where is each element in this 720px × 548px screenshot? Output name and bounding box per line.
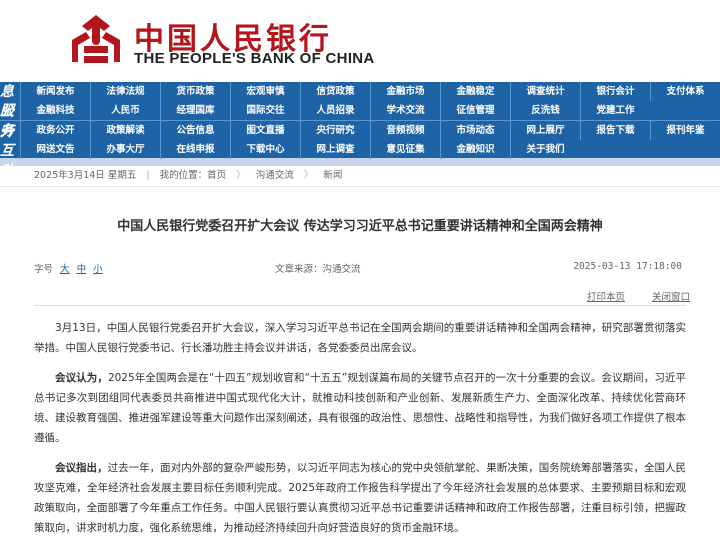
nav-item[interactable]: 货币政策 (160, 82, 230, 101)
nav-section-labels: 信息公开 服务互动 (0, 64, 20, 179)
article-meta: 字号 大 中 小 文章来源：沟通交流 2025-03-13 17:18:00 (34, 261, 686, 275)
nav-item[interactable]: 政务公开 (20, 121, 90, 140)
article-body: 3月13日，中国人民银行党委召开扩大会议，深入学习习近平总书记在全国两会期间的重… (34, 318, 686, 548)
nav-item[interactable]: 市场动态 (440, 121, 510, 140)
nav-item[interactable]: 党建工作 (580, 101, 650, 120)
breadcrumb-separator: 〉 (303, 170, 314, 181)
paragraph: 会议指出，过去一年，面对内外部的复杂严峻形势，以习近平同志为核心的党中央领航掌舵… (34, 458, 686, 538)
nav-item[interactable]: 金融知识 (440, 140, 510, 159)
print-page-link[interactable]: 打印本页 (587, 292, 625, 303)
nav-item[interactable]: 报告下载 (580, 121, 650, 140)
nav-item[interactable]: 在线申报 (160, 140, 230, 159)
nav-item[interactable]: 下载中心 (230, 140, 300, 159)
pboc-logo-icon[interactable] (68, 12, 124, 68)
nav-item[interactable]: 经理国库 (160, 101, 230, 120)
nav-item[interactable]: 人员招录 (300, 101, 370, 120)
breadcrumb-separator: | (146, 170, 150, 181)
site-header: 中国人民银行 THE PEOPLE'S BANK OF CHINA (0, 0, 720, 82)
current-date: 2025年3月14日 (34, 170, 105, 181)
nav-row: 金融科技 人民币 经理国库 国际交往 人员招录 学术交流 征信管理 反洗钱 党建… (20, 101, 720, 121)
paragraph-lead: 会议认为， (55, 372, 108, 384)
brand-name-en: THE PEOPLE'S BANK OF CHINA (134, 50, 375, 67)
breadcrumb-section[interactable]: 沟通交流 (256, 170, 294, 181)
nav-row: 政务公开 政策解读 公告信息 图文直播 央行研究 音频视频 市场动态 网上展厅 … (20, 121, 720, 140)
breadcrumb: 2025年3月14日 星期五 | 我的位置：首页 〉 沟通交流 〉 新闻 (0, 166, 720, 187)
font-size-controls: 字号 大 中 小 (34, 264, 103, 275)
paragraph-text: 2025年全国两会是在“十四五”规划收官和“十五五”规划谋篇布局的关键节点召开的… (34, 372, 687, 444)
article-tools: 打印本页 关闭窗口 (563, 289, 690, 303)
nav-item[interactable]: 网送文告 (20, 140, 90, 159)
nav-item[interactable]: 公告信息 (160, 121, 230, 140)
nav-item[interactable]: 音频视频 (370, 121, 440, 140)
nav-item[interactable]: 金融市场 (370, 82, 440, 101)
nav-item[interactable]: 网上展厅 (510, 121, 580, 140)
nav-item[interactable]: 图文直播 (230, 121, 300, 140)
nav-row: 网送文告 办事大厅 在线申报 下载中心 网上调查 意见征集 金融知识 关于我们 (20, 140, 720, 159)
article-source: 文章来源：沟通交流 (275, 264, 361, 275)
font-size-medium-link[interactable]: 中 (77, 264, 87, 275)
current-weekday: 星期五 (107, 170, 137, 181)
header-divider (0, 158, 720, 166)
nav-item[interactable]: 征信管理 (440, 101, 510, 120)
main-navigation: 信息公开 服务互动 新闻发布 法律法规 货币政策 宏观审慎 信贷政策 金融市场 … (0, 64, 720, 179)
article-title: 中国人民银行党委召开扩大会议 传达学习习近平总书记重要讲话精神和全国两会精神 (117, 219, 603, 234)
paragraph-text: 过去一年，面对内外部的复杂严峻形势，以习近平同志为核心的党中央领航掌舵、果断决策… (34, 462, 687, 534)
nav-item[interactable]: 报刊年鉴 (650, 121, 720, 140)
nav-item[interactable]: 意见征集 (370, 140, 440, 159)
nav-item[interactable]: 人民币 (90, 101, 160, 120)
nav-row: 新闻发布 法律法规 货币政策 宏观审慎 信贷政策 金融市场 金融稳定 调查统计 … (20, 82, 720, 101)
nav-item[interactable]: 办事大厅 (90, 140, 160, 159)
nav-item[interactable]: 反洗钱 (510, 101, 580, 120)
nav-item[interactable]: 新闻发布 (20, 82, 90, 101)
nav-item[interactable]: 金融稳定 (440, 82, 510, 101)
breadcrumb-home[interactable]: 我的位置：首页 (160, 170, 227, 181)
nav-item[interactable]: 网上调查 (300, 140, 370, 159)
breadcrumb-separator: 〉 (236, 170, 246, 181)
font-size-small-link[interactable]: 小 (93, 264, 103, 275)
nav-item[interactable]: 学术交流 (370, 101, 440, 120)
paragraph-text: 3月13日，中国人民银行党委召开扩大会议，深入学习习近平总书记在全国两会期间的重… (34, 322, 686, 354)
paragraph: 3月13日，中国人民银行党委召开扩大会议，深入学习习近平总书记在全国两会期间的重… (34, 318, 686, 358)
nav-item[interactable]: 央行研究 (300, 121, 370, 140)
paragraph: 会议认为，2025年全国两会是在“十四五”规划收官和“十五五”规划谋篇布局的关键… (34, 368, 686, 448)
nav-item[interactable]: 支付体系 (650, 82, 720, 101)
nav-item[interactable]: 银行会计 (580, 82, 650, 101)
article-divider (34, 305, 686, 306)
nav-item[interactable]: 金融科技 (20, 101, 90, 120)
nav-item[interactable]: 国际交往 (230, 101, 300, 120)
nav-item[interactable]: 信贷政策 (300, 82, 370, 101)
font-size-large-link[interactable]: 大 (60, 264, 70, 275)
paragraph-lead: 会议指出， (55, 462, 108, 474)
nav-grid: 新闻发布 法律法规 货币政策 宏观审慎 信贷政策 金融市场 金融稳定 调查统计 … (20, 82, 720, 159)
breadcrumb-current[interactable]: 新闻 (323, 170, 342, 181)
close-window-link[interactable]: 关闭窗口 (652, 292, 690, 303)
nav-item[interactable]: 宏观审慎 (230, 82, 300, 101)
nav-item[interactable]: 关于我们 (510, 140, 580, 159)
nav-item[interactable]: 政策解读 (90, 121, 160, 140)
nav-item[interactable]: 调查统计 (510, 82, 580, 101)
nav-section-service[interactable]: 服务互动 (0, 103, 20, 179)
nav-item[interactable]: 法律法规 (90, 82, 160, 101)
article-date: 2025-03-13 17:18:00 (573, 261, 682, 272)
font-size-label: 字号 (34, 264, 54, 275)
